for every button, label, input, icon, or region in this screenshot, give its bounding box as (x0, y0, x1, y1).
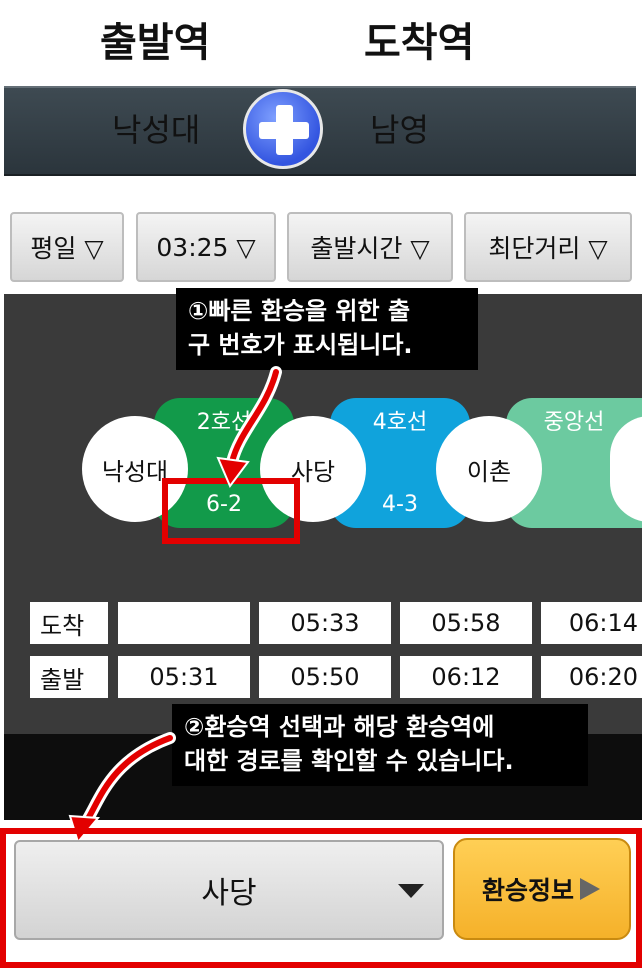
play-arrow-icon (580, 878, 600, 900)
transfer-station-value: 사당 (201, 876, 257, 911)
annotation-arrows (68, 366, 282, 845)
transfer-info-label: 환승정보 (481, 876, 574, 905)
transfer-station-select[interactable]: 사당 (14, 840, 444, 940)
arrow-head-icon (216, 456, 250, 488)
transfer-info-button[interactable]: 환승정보 (453, 838, 631, 940)
dropdown-arrow-icon (398, 884, 424, 898)
